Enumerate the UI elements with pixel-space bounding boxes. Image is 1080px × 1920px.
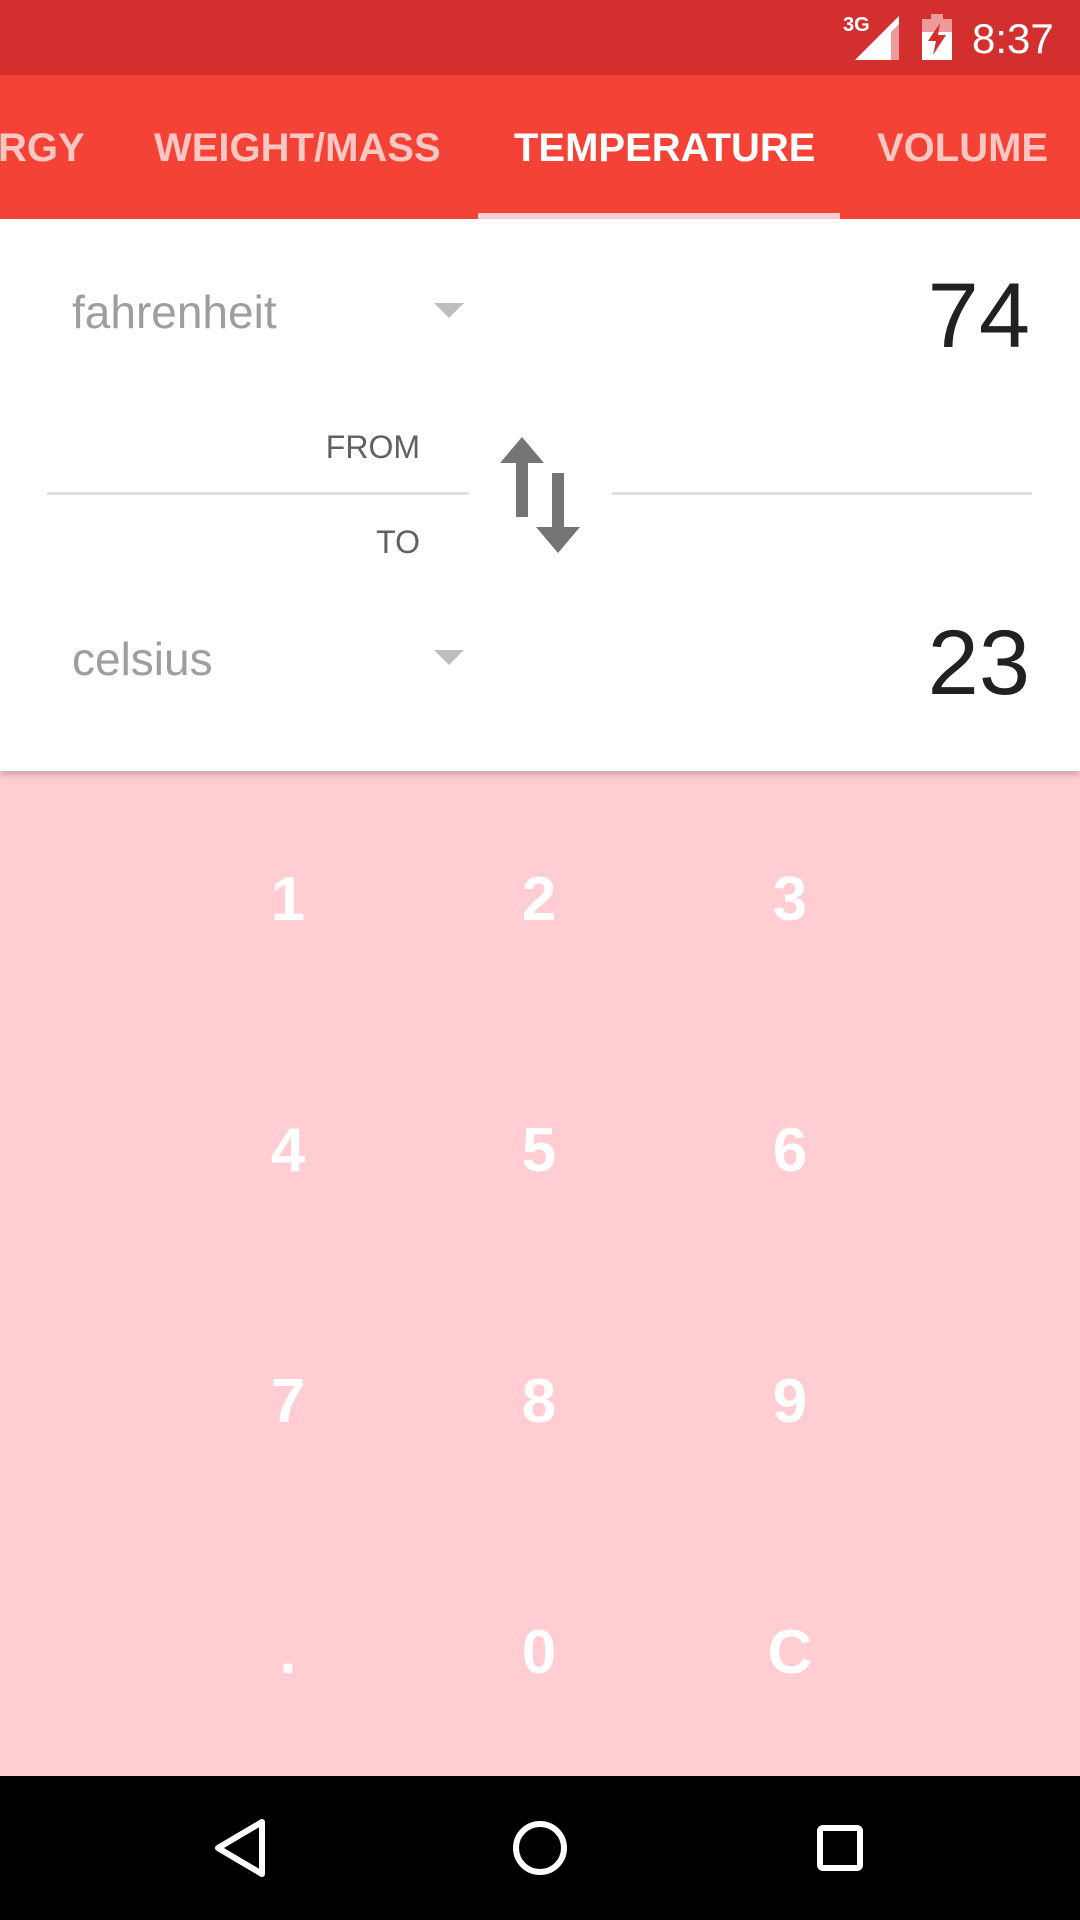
from-unit-dropdown[interactable]: fahrenheit [72, 272, 472, 352]
divider-left [47, 492, 469, 495]
key-decimal[interactable]: . [188, 1553, 388, 1753]
key-5[interactable]: 5 [439, 1051, 639, 1251]
key-9[interactable]: 9 [690, 1302, 890, 1502]
tab-volume[interactable]: VOLUME [877, 75, 1048, 219]
to-value-field: 23 [927, 612, 1030, 714]
system-navigation-bar [0, 1776, 1080, 1920]
dropdown-arrow-icon [434, 303, 464, 318]
key-clear[interactable]: C [690, 1553, 890, 1753]
to-unit-dropdown[interactable]: celsius [72, 619, 472, 699]
from-value-field[interactable]: 74 [928, 266, 1030, 366]
from-unit-label: fahrenheit [72, 286, 277, 338]
key-0[interactable]: 0 [439, 1553, 639, 1753]
divider-right [612, 492, 1032, 495]
from-direction-label: FROM [325, 429, 420, 465]
clock: 8:37 [972, 15, 1054, 62]
key-4[interactable]: 4 [188, 1051, 388, 1251]
tab-weight-mass[interactable]: WEIGHT/MASS [154, 75, 441, 219]
to-direction-label: TO [376, 524, 420, 560]
key-3[interactable]: 3 [690, 800, 890, 1000]
swap-vertical-icon[interactable] [490, 437, 590, 553]
status-bar: 3G 8:37 [0, 0, 1080, 75]
battery-charging-icon [922, 14, 952, 60]
converter-panel: fahrenheit 74 FROM TO celsius 23 [0, 219, 1080, 771]
tab-temperature[interactable]: TEMPERATURE [514, 75, 815, 219]
to-unit-label: celsius [72, 633, 213, 685]
tab-energy[interactable]: RGY [0, 75, 85, 219]
key-7[interactable]: 7 [188, 1302, 388, 1502]
recents-square-icon[interactable] [790, 1798, 890, 1898]
category-tab-bar: RGY WEIGHT/MASS TEMPERATURE VOLUME [0, 75, 1080, 219]
key-8[interactable]: 8 [439, 1302, 639, 1502]
key-1[interactable]: 1 [188, 800, 388, 1000]
dropdown-arrow-icon [434, 650, 464, 665]
key-6[interactable]: 6 [690, 1051, 890, 1251]
key-2[interactable]: 2 [439, 800, 639, 1000]
cellular-signal-icon [855, 16, 899, 60]
home-circle-icon[interactable] [490, 1798, 590, 1898]
back-triangle-icon[interactable] [190, 1798, 290, 1898]
number-keypad: 1 2 3 4 5 6 7 8 9 . 0 C [0, 771, 1080, 1776]
